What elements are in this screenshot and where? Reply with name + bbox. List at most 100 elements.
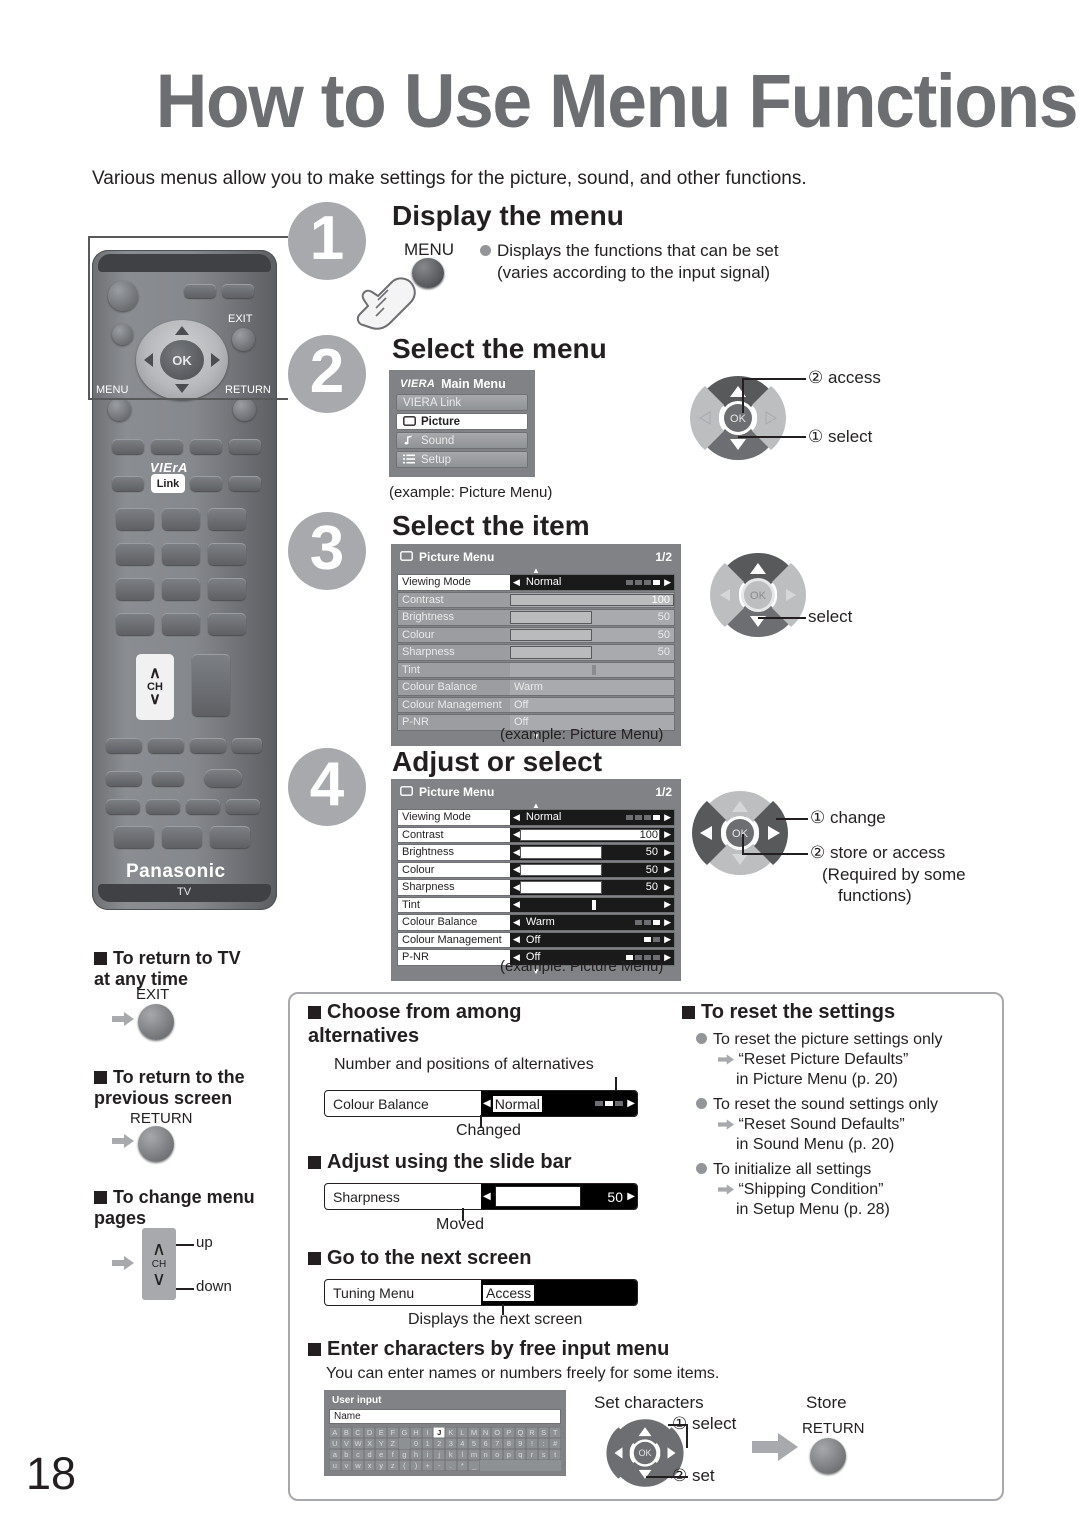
keyboard-key[interactable]: * — [456, 1460, 469, 1471]
keyboard-key[interactable]: - — [433, 1460, 445, 1471]
keyboard-key[interactable]: . — [445, 1460, 457, 1471]
keyboard-key[interactable]: O — [491, 1427, 503, 1438]
keyboard-key[interactable]: N — [479, 1427, 492, 1438]
keyboard-key[interactable]: # — [549, 1438, 561, 1449]
keyboard-key[interactable]: r — [526, 1449, 538, 1460]
bar-value-cell: ◀ Normal ▶ — [481, 1091, 637, 1116]
keyboard-key[interactable]: V — [340, 1438, 353, 1449]
keyboard-key[interactable]: U — [329, 1438, 341, 1449]
picture-menu-row[interactable]: Viewing Mode ◀ Normal ▶ — [397, 574, 675, 591]
keyboard-key[interactable]: H — [410, 1427, 422, 1438]
keyboard-key[interactable]: 4 — [456, 1438, 469, 1449]
picture-menu-row[interactable]: Colour Balance ◀ Warm ▶ — [397, 914, 675, 931]
keyboard-key[interactable]: l — [456, 1449, 469, 1460]
keyboard-key[interactable]: 7 — [491, 1438, 503, 1449]
keyboard-key[interactable]: 6 — [479, 1438, 492, 1449]
keyboard-key[interactable]: 0 — [410, 1438, 422, 1449]
keyboard-key[interactable]: ) — [410, 1460, 422, 1471]
picture-menu-row[interactable]: Colour Management Off — [397, 696, 675, 713]
keyboard-key[interactable]: d — [363, 1449, 376, 1460]
keyboard-key[interactable]: : — [537, 1438, 550, 1449]
picture-menu-row[interactable]: Sharpness 50 — [397, 644, 675, 661]
picture-menu-row[interactable]: Contrast 100 — [397, 591, 675, 608]
keyboard-key[interactable]: J — [433, 1427, 445, 1438]
keyboard-key[interactable]: s — [537, 1449, 550, 1460]
keyboard-key[interactable]: i — [421, 1449, 434, 1460]
tuning-menu-bar[interactable]: Tuning Menu Access — [324, 1279, 638, 1306]
keyboard-key[interactable]: A — [329, 1427, 341, 1438]
keyboard-key[interactable]: T — [549, 1427, 561, 1438]
keyboard-key[interactable]: _ — [468, 1460, 480, 1471]
keyboard-key[interactable]: n — [479, 1449, 492, 1460]
right-caret-icon: ▶ — [664, 916, 671, 927]
keyboard-key[interactable]: K — [445, 1427, 457, 1438]
picture-menu-row[interactable]: Colour 50 — [397, 626, 675, 643]
keyboard-key[interactable]: F — [387, 1427, 399, 1438]
keyboard-key[interactable]: G — [398, 1427, 411, 1438]
keyboard-key[interactable]: 9 — [514, 1438, 527, 1449]
picture-menu-row[interactable]: Viewing Mode ◀ Normal ▶ — [397, 809, 675, 826]
keyboard-key[interactable]: p — [503, 1449, 515, 1460]
main-menu-item-viera-link[interactable]: VIERA Link — [396, 394, 528, 411]
keyboard-key[interactable]: o — [491, 1449, 503, 1460]
keyboard-key[interactable]: h — [410, 1449, 422, 1460]
keyboard-key[interactable]: ( — [398, 1460, 411, 1471]
keyboard-key[interactable]: I — [421, 1427, 434, 1438]
keyboard-key[interactable]: E — [375, 1427, 387, 1438]
picture-menu-row[interactable]: Tint ◀ ▶ — [397, 896, 675, 913]
keyboard-key[interactable]: C — [352, 1427, 364, 1438]
keyboard-key[interactable]: R — [526, 1427, 538, 1438]
keyboard-key[interactable]: q — [514, 1449, 527, 1460]
keyboard-key[interactable]: c — [352, 1449, 364, 1460]
keyboard-key[interactable]: w — [352, 1460, 364, 1471]
keyboard-key[interactable]: W — [352, 1438, 364, 1449]
keyboard-key[interactable]: k — [445, 1449, 457, 1460]
keyboard-key[interactable]: Y — [375, 1438, 387, 1449]
keyboard-key[interactable]: v — [340, 1460, 353, 1471]
keyboard-key[interactable]: z — [387, 1460, 399, 1471]
keyboard-key[interactable]: t — [549, 1449, 561, 1460]
keyboard-key[interactable]: a — [329, 1449, 341, 1460]
keyboard-key[interactable]: X — [363, 1438, 376, 1449]
keyboard-key[interactable]: 5 — [468, 1438, 480, 1449]
keyboard-key[interactable]: 1 — [421, 1438, 434, 1449]
sharpness-bar[interactable]: Sharpness ◀ 50 ▶ — [324, 1183, 638, 1210]
picture-menu-row[interactable]: Brightness 50 — [397, 609, 675, 626]
keyboard-key[interactable]: D — [363, 1427, 376, 1438]
picture-menu-row[interactable]: Colour ◀ 50 ▶ — [397, 861, 675, 878]
colour-balance-bar[interactable]: Colour Balance ◀ Normal ▶ — [324, 1090, 638, 1117]
picture-menu-row[interactable]: Sharpness ◀ 50 ▶ — [397, 879, 675, 896]
picture-menu-row[interactable]: Colour Management ◀ Off ▶ — [397, 931, 675, 948]
keyboard-key[interactable]: P — [503, 1427, 515, 1438]
keyboard-key[interactable]: 8 — [503, 1438, 515, 1449]
keyboard-key[interactable]: j — [433, 1449, 445, 1460]
keyboard-key[interactable]: S — [537, 1427, 550, 1438]
picture-menu-row[interactable]: Brightness ◀ 50 ▶ — [397, 844, 675, 861]
picture-menu-row[interactable]: Tint — [397, 661, 675, 678]
picture-menu-row[interactable]: Contrast ◀ 100 ▶ — [397, 826, 675, 843]
keyboard-key[interactable]: e — [375, 1449, 387, 1460]
keyboard-key[interactable]: B — [340, 1427, 353, 1438]
keyboard-key[interactable]: g — [398, 1449, 411, 1460]
main-menu-item-setup[interactable]: Setup — [396, 451, 528, 468]
keyboard-key[interactable]: f — [387, 1449, 399, 1460]
keyboard-key[interactable]: ! — [526, 1438, 538, 1449]
keyboard-key[interactable]: y — [375, 1460, 387, 1471]
keyboard-key[interactable]: x — [363, 1460, 376, 1471]
name-field-row[interactable]: Name — [329, 1409, 561, 1424]
keyboard-key[interactable]: Z — [387, 1438, 399, 1449]
row-value: Normal — [525, 576, 562, 589]
keyboard-key[interactable]: m — [468, 1449, 480, 1460]
picture-menu-row[interactable]: Colour Balance Warm — [397, 679, 675, 696]
keyboard-key[interactable]: 3 — [445, 1438, 457, 1449]
keyboard-key[interactable]: b — [340, 1449, 353, 1460]
main-menu-item-picture[interactable]: Picture — [396, 413, 528, 430]
onscreen-keyboard[interactable]: A B C D E F G H I J K L M N O P Q R S T U V W X Y Z 0 1 2 3 4 5 6 7 8 9!: # a… — [329, 1427, 561, 1471]
keyboard-key[interactable]: u — [329, 1460, 341, 1471]
main-menu-item-sound[interactable]: Sound — [396, 432, 528, 449]
keyboard-key[interactable]: M — [468, 1427, 480, 1438]
keyboard-key[interactable]: Q — [514, 1427, 527, 1438]
keyboard-key[interactable]: + — [421, 1460, 434, 1471]
keyboard-key[interactable]: L — [456, 1427, 469, 1438]
keyboard-key[interactable]: 2 — [433, 1438, 445, 1449]
